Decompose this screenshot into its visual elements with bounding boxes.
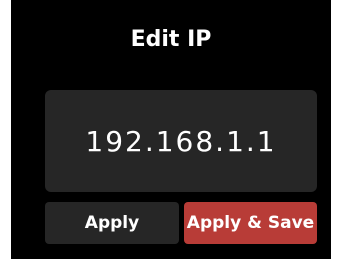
page-title: Edit IP bbox=[130, 27, 212, 52]
ip-address-value: 192.168.1.1 bbox=[85, 124, 277, 158]
apply-button-label: Apply bbox=[84, 213, 140, 233]
ip-address-field[interactable]: 192.168.1.1 bbox=[45, 90, 317, 192]
apply-and-save-button-label: Apply & Save bbox=[186, 213, 315, 233]
apply-and-save-button[interactable]: Apply & Save bbox=[184, 202, 317, 244]
apply-button[interactable]: Apply bbox=[45, 202, 179, 244]
edit-ip-screen: Edit IP 192.168.1.1 Apply Apply & Save bbox=[11, 0, 331, 259]
